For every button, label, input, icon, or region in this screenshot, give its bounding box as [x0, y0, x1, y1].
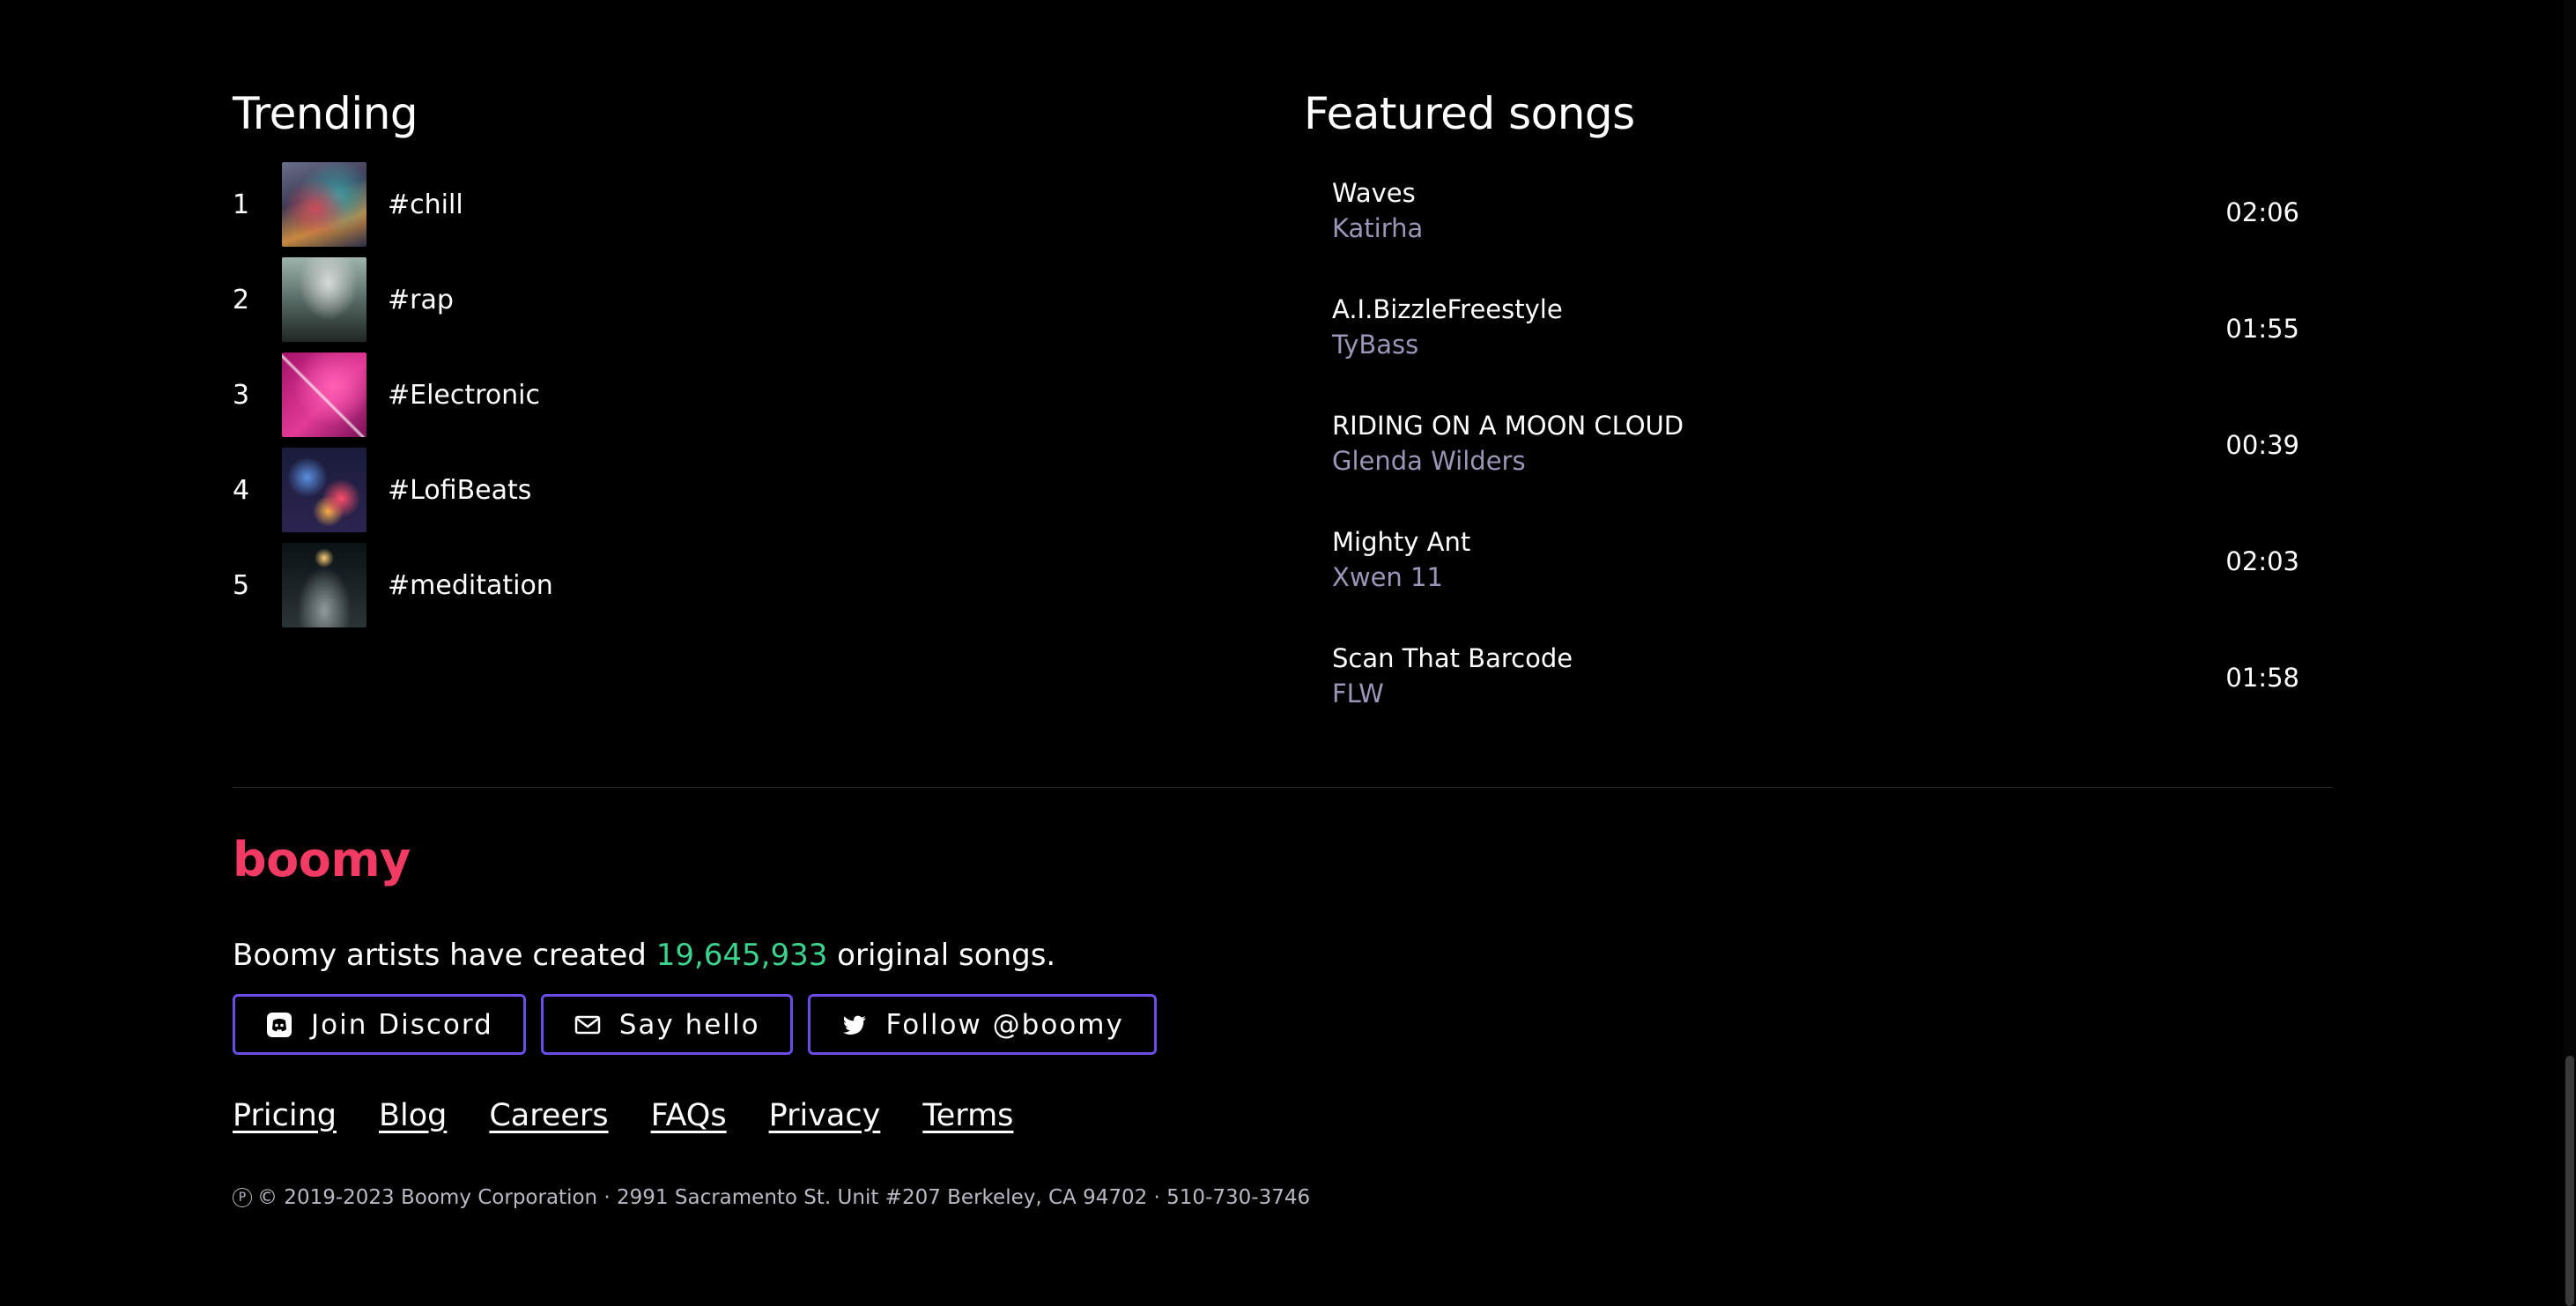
song-count-statement: Boomy artists have created 19,645,933 or… — [233, 938, 1055, 973]
follow-twitter-label: Follow @boomy — [885, 1008, 1124, 1041]
trending-rank: 1 — [233, 189, 250, 220]
song-artist: Xwen 11 — [1332, 562, 1443, 592]
trending-thumbnail — [282, 543, 366, 627]
blog-link[interactable]: Blog — [379, 1098, 447, 1133]
featured-songs-list: Waves Katirha 02:06 A.I.BizzleFreestyle … — [1332, 173, 2301, 754]
join-discord-button[interactable]: Join Discord — [233, 994, 526, 1055]
trending-item[interactable]: 3 #Electronic — [233, 352, 1025, 437]
footer-links: Pricing Blog Careers FAQs Privacy Terms — [233, 1098, 1013, 1133]
stats-prefix: Boomy artists have created — [233, 938, 656, 973]
say-hello-label: Say hello — [618, 1008, 760, 1041]
trending-tag: #Electronic — [388, 379, 541, 411]
featured-songs-title: Featured songs — [1304, 88, 1635, 139]
song-row[interactable]: A.I.BizzleFreestyle TyBass 01:55 — [1332, 289, 2301, 361]
song-title: Scan That Barcode — [1332, 643, 1573, 673]
trending-thumbnail — [282, 352, 366, 437]
page: Trending 1 #chill 2 #rap 3 #Electronic 4… — [0, 0, 2576, 1306]
footer-divider — [233, 787, 2333, 788]
trending-rank: 5 — [233, 569, 250, 601]
copyright-text: © 2019-2023 Boomy Corporation · 2991 Sac… — [257, 1186, 1311, 1209]
trending-rank: 3 — [233, 379, 250, 411]
mail-icon — [574, 1011, 602, 1039]
trending-tag: #meditation — [388, 569, 553, 601]
say-hello-button[interactable]: Say hello — [540, 994, 793, 1055]
song-artist: FLW — [1332, 679, 1384, 709]
trending-thumbnail — [282, 162, 366, 247]
song-artist: Glenda Wilders — [1332, 446, 1526, 476]
song-duration: 02:06 — [2225, 197, 2299, 227]
terms-link[interactable]: Terms — [922, 1098, 1013, 1133]
song-duration: 02:03 — [2225, 546, 2299, 576]
song-title: RIDING ON A MOON CLOUD — [1332, 411, 1684, 441]
song-row[interactable]: RIDING ON A MOON CLOUD Glenda Wilders 00… — [1332, 405, 2301, 478]
song-title: Mighty Ant — [1332, 527, 1471, 557]
phonogram-icon: P — [233, 1188, 252, 1207]
twitter-icon — [840, 1011, 869, 1039]
copyright-notice: P © 2019-2023 Boomy Corporation · 2991 S… — [233, 1186, 1310, 1209]
trending-item[interactable]: 4 #LofiBeats — [233, 448, 1025, 532]
song-artist: Katirha — [1332, 213, 1424, 243]
trending-rank: 2 — [233, 284, 250, 315]
pricing-link[interactable]: Pricing — [233, 1098, 337, 1133]
song-artist: TyBass — [1332, 330, 1419, 360]
scrollbar-thumb[interactable] — [2565, 1056, 2574, 1306]
trending-item[interactable]: 2 #rap — [233, 257, 1025, 342]
follow-twitter-button[interactable]: Follow @boomy — [807, 994, 1157, 1055]
join-discord-label: Join Discord — [311, 1008, 493, 1041]
song-title: A.I.BizzleFreestyle — [1332, 294, 1563, 324]
discord-icon — [265, 1011, 293, 1039]
trending-thumbnail — [282, 257, 366, 342]
trending-list: 1 #chill 2 #rap 3 #Electronic 4 #LofiBea… — [233, 162, 1025, 638]
trending-tag: #LofiBeats — [388, 474, 532, 506]
stats-suffix: original songs. — [827, 938, 1056, 973]
trending-tag: #chill — [388, 189, 463, 220]
song-row[interactable]: Waves Katirha 02:06 — [1332, 173, 2301, 245]
faqs-link[interactable]: FAQs — [651, 1098, 727, 1133]
privacy-link[interactable]: Privacy — [769, 1098, 881, 1133]
song-duration: 01:55 — [2225, 314, 2299, 344]
song-row[interactable]: Scan That Barcode FLW 01:58 — [1332, 638, 2301, 710]
song-duration: 00:39 — [2225, 430, 2299, 460]
boomy-logo[interactable]: boomy — [233, 832, 411, 887]
song-duration: 01:58 — [2225, 663, 2299, 693]
trending-item[interactable]: 1 #chill — [233, 162, 1025, 247]
trending-thumbnail — [282, 448, 366, 532]
song-row[interactable]: Mighty Ant Xwen 11 02:03 — [1332, 522, 2301, 594]
song-count: 19,645,933 — [655, 938, 828, 973]
song-title: Waves — [1332, 178, 1416, 208]
careers-link[interactable]: Careers — [489, 1098, 608, 1133]
trending-item[interactable]: 5 #meditation — [233, 543, 1025, 627]
trending-tag: #rap — [388, 284, 454, 315]
trending-rank: 4 — [233, 474, 250, 506]
trending-title: Trending — [233, 88, 418, 139]
social-buttons: Join Discord Say hello Follow @boomy — [233, 994, 1157, 1055]
